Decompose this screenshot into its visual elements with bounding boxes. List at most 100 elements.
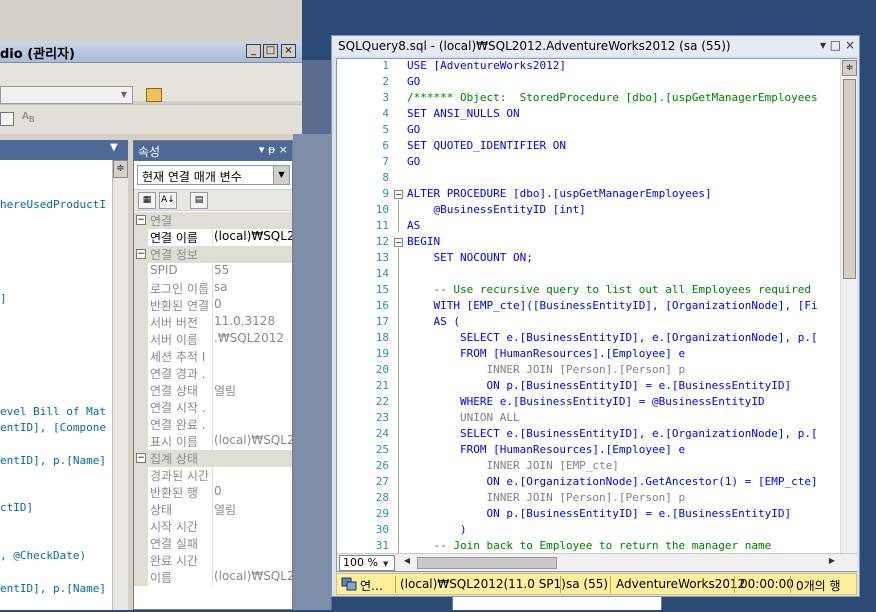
code-line[interactable]: GO	[407, 75, 420, 88]
horizontal-scrollbar-thumb[interactable]	[417, 557, 557, 569]
property-value: 0	[214, 297, 222, 311]
code-fragment: , @CheckDate)	[0, 549, 87, 562]
code-line[interactable]: ALTER PROCEDURE [dbo].[uspGetManagerEmpl…	[407, 187, 712, 200]
code-line[interactable]: ON e.[OrganizationNode].GetAncestor(1) =…	[407, 475, 817, 488]
code-line[interactable]: FROM [HumanResources].[Employee] e	[407, 443, 685, 456]
property-value: 열림	[214, 503, 237, 517]
property-row[interactable]: 상태 열림	[134, 501, 292, 518]
property-name: 표시 이름	[150, 435, 198, 449]
code-line[interactable]: GO	[407, 155, 420, 168]
properties-object-selector[interactable]: 현재 연결 매개 변수 ▼	[137, 165, 290, 185]
vertical-scrollbar[interactable]: ≑	[112, 160, 128, 610]
code-fragment: evel Bill of Mat	[0, 405, 106, 418]
scrollbar-thumb[interactable]	[843, 79, 856, 279]
scroll-split-icon[interactable]: ≑	[113, 160, 128, 178]
code-line[interactable]: UNION ALL	[407, 411, 520, 424]
code-line[interactable]: WHERE e.[BusinessEntityID] = @BusinessEn…	[407, 395, 765, 408]
indent-icon[interactable]	[0, 112, 14, 126]
collapse-icon[interactable]: −	[136, 249, 146, 259]
collapse-icon[interactable]: −	[136, 215, 146, 225]
close-button[interactable]: ×	[281, 44, 296, 58]
code-line[interactable]: -- Join back to Employee to return the m…	[407, 539, 771, 552]
maximize-button[interactable]: □	[263, 44, 278, 58]
code-line[interactable]: )	[407, 523, 467, 536]
property-row[interactable]: 연결 이름 (local)₩SQL2	[134, 229, 292, 246]
code-line[interactable]: AS (	[407, 315, 460, 328]
property-row[interactable]: 반환된 행 0	[134, 484, 292, 501]
code-fragment: hereUsedProductI	[0, 198, 106, 211]
minimize-button[interactable]: _	[246, 44, 261, 58]
scroll-split-icon[interactable]: ≑	[842, 60, 857, 76]
collapse-icon[interactable]: −	[394, 190, 403, 199]
property-pages-icon[interactable]: ▤	[190, 192, 208, 209]
property-value: 열림	[214, 384, 237, 398]
code-area[interactable]: USE [AdventureWorks2012] GO /****** Object…	[337, 59, 840, 553]
property-row[interactable]: 로그인 이름 sa	[134, 280, 292, 297]
property-row[interactable]: 연결 시작 .	[134, 399, 292, 416]
property-value: .₩SQL2012	[214, 331, 284, 345]
property-row[interactable]: 연결 경과 .	[134, 365, 292, 382]
property-value: (local)₩SQL2	[214, 229, 292, 243]
property-row[interactable]: 연결 완료 .	[134, 416, 292, 433]
code-line[interactable]: SET ANSI_NULLS ON	[407, 107, 520, 120]
code-line[interactable]: SET NOCOUNT ON;	[407, 251, 532, 264]
code-line[interactable]: -- Use recursive query to list out all E…	[407, 283, 811, 296]
code-line[interactable]: AS	[407, 219, 420, 232]
open-folder-icon[interactable]	[146, 88, 162, 102]
scroll-left-icon[interactable]: ◀	[401, 556, 413, 569]
property-row[interactable]: 연결 상태 열림	[134, 382, 292, 399]
categorized-icon[interactable]: ▦	[138, 192, 156, 209]
chevron-down-icon[interactable]: ▼	[273, 166, 289, 184]
code-line[interactable]: ON p.[BusinessEntityID] = e.[BusinessEnt…	[407, 507, 791, 520]
database-combo[interactable]: ▼	[0, 86, 133, 104]
window-controls[interactable]: ▾ □ ×	[820, 38, 855, 52]
property-category[interactable]: − 연결	[134, 212, 292, 229]
property-row[interactable]: 세션 추적 I	[134, 348, 292, 365]
code-line[interactable]: FROM [HumanResources].[Employee] e	[407, 347, 685, 360]
text-format-icon[interactable]: AB	[22, 111, 46, 129]
collapse-icon[interactable]: −	[394, 238, 403, 247]
code-line[interactable]: BEGIN	[407, 235, 440, 248]
property-row[interactable]: 완료 시간	[134, 552, 292, 569]
property-row[interactable]: 서버 버전 11.0.3128	[134, 314, 292, 331]
sql-editor[interactable]: 1 2 3 4 5 6 7 8 9 10 11 12 13 14 15 16 17 18 19 20 21 22 23 24 2…	[336, 58, 857, 572]
property-value: sa	[214, 280, 228, 294]
property-row[interactable]: 연결 실패	[134, 535, 292, 552]
code-line[interactable]: INNER JOIN [Person].[Person] p	[407, 491, 685, 504]
query-window-titlebar: SQLQuery8.sql - (local)₩SQL2012.Adventur…	[332, 36, 859, 56]
code-line[interactable]: USE [AdventureWorks2012]	[407, 59, 566, 72]
code-line[interactable]: WITH [EMP_cte]([BusinessEntityID], [Orga…	[407, 299, 817, 312]
property-row[interactable]: SPID 55	[134, 263, 292, 280]
properties-title: 속성	[138, 145, 161, 159]
property-row[interactable]: 시작 시간	[134, 518, 292, 535]
property-row[interactable]: 반환된 연결 0	[134, 297, 292, 314]
property-row[interactable]: 경과된 시간	[134, 467, 292, 484]
chevron-down-icon: ▼	[383, 560, 389, 568]
property-name: 연결 완료 .	[150, 418, 206, 432]
code-line[interactable]: SELECT e.[BusinessEntityID], e.[Organiza…	[407, 427, 818, 440]
property-row[interactable]: 서버 이름 .₩SQL2012	[134, 331, 292, 348]
zoom-select[interactable]: 100 % ▼	[339, 555, 395, 571]
panel-controls[interactable]: ▾ ᵽ ×	[259, 143, 288, 156]
vertical-scrollbar[interactable]: ≑	[840, 59, 857, 553]
code-line[interactable]: INNER JOIN [Person].[Person] p	[407, 363, 685, 376]
code-line[interactable]: SELECT e.[BusinessEntityID], e.[Organiza…	[407, 331, 818, 344]
collapse-icon[interactable]: −	[136, 453, 146, 463]
property-row[interactable]: 표시 이름 (local)₩SQL2	[134, 433, 292, 450]
property-category[interactable]: − 집계 상태	[134, 450, 292, 467]
code-line[interactable]: INNER JOIN [EMP_cte]	[407, 459, 618, 472]
scroll-right-icon[interactable]: ▶	[826, 556, 838, 569]
code-line[interactable]: GO	[407, 123, 420, 136]
property-name: 반환된 행	[150, 486, 198, 500]
code-line[interactable]: SET QUOTED_IDENTIFIER ON	[407, 139, 566, 152]
code-line[interactable]: /****** Object: StoredProcedure [dbo].[u…	[407, 91, 818, 104]
property-category[interactable]: − 연결 정보	[134, 246, 292, 263]
chevron-down-icon[interactable]: ▼	[110, 142, 126, 158]
property-name: 상태	[150, 503, 173, 517]
sort-alphabetical-icon[interactable]: A↓	[159, 192, 177, 209]
property-row[interactable]: 이름 (local)₩SQL2	[134, 569, 292, 586]
code-line[interactable]: ON p.[BusinessEntityID] = e.[BusinessEnt…	[407, 379, 791, 392]
property-name: 연결 실패	[150, 537, 198, 551]
status-database: AdventureWorks2012	[616, 577, 746, 591]
code-line[interactable]: @BusinessEntityID [int]	[407, 203, 585, 216]
